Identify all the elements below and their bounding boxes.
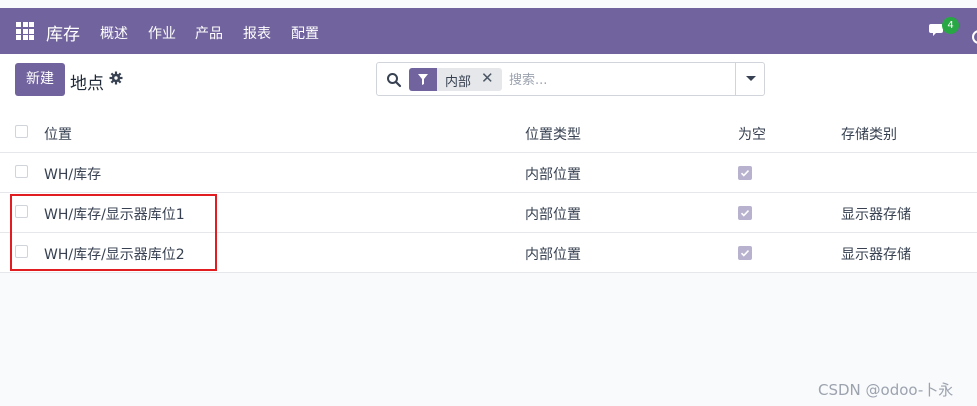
search-input[interactable] xyxy=(507,69,731,91)
menu-operations[interactable]: 作业 xyxy=(148,23,176,43)
filter-facet: 内部 ✕ xyxy=(409,68,502,91)
filter-icon xyxy=(418,74,428,85)
check-icon xyxy=(740,170,750,177)
app-name[interactable]: 库存 xyxy=(46,20,80,45)
filter-facet-label: 内部 xyxy=(445,75,472,90)
row-checkbox[interactable] xyxy=(15,165,28,178)
menu-products[interactable]: 产品 xyxy=(195,23,223,43)
storage-category: 显示器存储 xyxy=(841,207,911,223)
chat-badge: 4 xyxy=(942,17,959,34)
table-header: 位置 位置类型 为空 存储类别 xyxy=(0,113,977,153)
search-icon[interactable] xyxy=(386,72,402,88)
location-type: 内部位置 xyxy=(525,167,581,183)
apps-menu-icon[interactable] xyxy=(16,22,34,40)
search-bar: 内部 ✕ xyxy=(376,62,765,96)
table-row[interactable]: WH/库存 内部位置 xyxy=(0,153,977,193)
table-row[interactable]: WH/库存/显示器库位1 内部位置 显示器存储 xyxy=(0,193,977,233)
row-checkbox[interactable] xyxy=(15,245,28,258)
check-icon xyxy=(740,210,750,217)
control-panel: 新建 地点 内部 ✕ xyxy=(0,54,977,114)
row-checkbox[interactable] xyxy=(15,205,28,218)
menu-reporting[interactable]: 报表 xyxy=(243,23,271,43)
select-all-checkbox[interactable] xyxy=(15,125,28,138)
location-type: 内部位置 xyxy=(525,247,581,263)
search-options-toggle[interactable] xyxy=(735,62,766,96)
location-name: WH/库存/显示器库位2 xyxy=(44,247,185,263)
user-avatar[interactable] xyxy=(972,30,977,44)
location-type: 内部位置 xyxy=(525,207,581,223)
location-name: WH/库存/显示器库位1 xyxy=(44,207,185,223)
top-navbar: 库存 概述 作业 产品 报表 配置 4 xyxy=(0,8,977,54)
empty-checkbox xyxy=(738,206,752,220)
page-title: 地点 xyxy=(70,74,104,94)
gear-icon[interactable] xyxy=(109,71,123,85)
storage-category: 显示器存储 xyxy=(841,247,911,263)
column-header-storage-category[interactable]: 存储类别 xyxy=(841,124,897,144)
watermark: CSDN @odoo-卜永 xyxy=(818,381,954,399)
locations-table: 位置 位置类型 为空 存储类别 WH/库存 内部位置 WH/库存/显示器库位1 … xyxy=(0,113,977,273)
check-icon xyxy=(740,250,750,257)
empty-checkbox xyxy=(738,246,752,260)
filter-facet-badge xyxy=(409,68,437,91)
table-row[interactable]: WH/库存/显示器库位2 内部位置 显示器存储 xyxy=(0,233,977,273)
menu-configuration[interactable]: 配置 xyxy=(291,23,319,43)
close-icon[interactable]: ✕ xyxy=(481,69,494,87)
new-button[interactable]: 新建 xyxy=(15,63,65,96)
menu-overview[interactable]: 概述 xyxy=(100,23,128,43)
location-name: WH/库存 xyxy=(44,167,102,183)
column-header-location[interactable]: 位置 xyxy=(44,124,72,144)
empty-checkbox xyxy=(738,166,752,180)
column-header-empty[interactable]: 为空 xyxy=(738,124,766,144)
column-header-location-type[interactable]: 位置类型 xyxy=(525,124,581,144)
